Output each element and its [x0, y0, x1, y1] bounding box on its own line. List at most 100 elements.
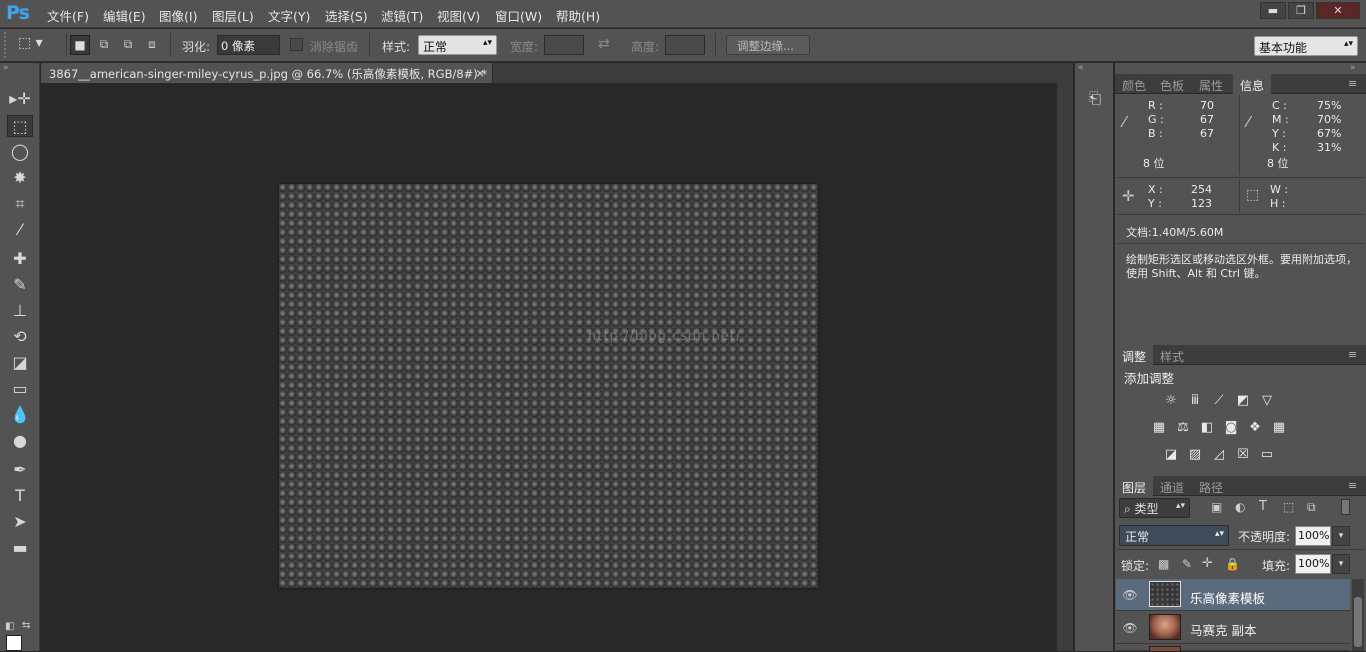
tab-channels[interactable]: 通道 [1153, 476, 1191, 496]
pen-tool-icon[interactable]: ✒ [7, 459, 33, 481]
lock-all-icon[interactable]: 🔒 [1225, 557, 1240, 571]
restore-button[interactable]: ❐ [1288, 2, 1314, 19]
black-white-icon[interactable]: ◧ [1198, 420, 1216, 435]
panel-menu-icon[interactable]: ≡ [1348, 77, 1357, 90]
layer-name[interactable]: 马赛克 副本 [1190, 620, 1256, 639]
threshold-icon[interactable]: ◿ [1210, 447, 1228, 462]
layers-scrollbar-thumb[interactable] [1354, 597, 1362, 647]
curves-icon[interactable]: ⟋ [1210, 393, 1228, 408]
clone-stamp-tool-icon[interactable]: ⊥ [7, 300, 33, 322]
menu-view[interactable]: 视图(V) [437, 6, 480, 25]
shape-tool-icon[interactable]: ▬ [7, 537, 33, 559]
collapse-toolbar-icon[interactable]: » [3, 63, 9, 73]
tab-adjustments[interactable]: 调整 [1115, 345, 1154, 365]
menu-window[interactable]: 窗口(W) [495, 6, 542, 25]
crop-tool-icon[interactable]: ⌗ [7, 193, 33, 215]
lock-transparency-icon[interactable]: ▩ [1158, 557, 1169, 571]
posterize-icon[interactable]: ▨ [1186, 447, 1204, 462]
workspace-select[interactable]: 基本功能 ▴▾ [1254, 36, 1358, 56]
feather-input[interactable]: 0 像素 [217, 35, 280, 55]
layer-row[interactable] [1116, 645, 1350, 652]
filter-pixel-icon[interactable]: ▣ [1211, 500, 1222, 514]
collapse-dock-icon[interactable]: » [1350, 63, 1356, 73]
expand-panels-icon[interactable]: « [1078, 63, 1084, 73]
layers-scrollbar[interactable] [1352, 579, 1364, 651]
fill-input[interactable]: 100% [1295, 554, 1331, 574]
tab-color[interactable]: 颜色 [1115, 74, 1153, 94]
vibrance-icon[interactable]: ▽ [1258, 393, 1276, 408]
tab-info[interactable]: 信息 [1233, 74, 1272, 94]
menu-help[interactable]: 帮助(H) [556, 6, 600, 25]
gradient-tool-icon[interactable]: ▭ [7, 378, 33, 400]
tab-styles[interactable]: 样式 [1153, 345, 1191, 365]
layer-row[interactable]: 👁 马赛克 副本 [1116, 612, 1350, 644]
width-input[interactable] [544, 35, 584, 55]
panel-menu-icon[interactable]: ≡ [1348, 348, 1357, 361]
filter-type-icon[interactable]: T [1259, 499, 1267, 514]
levels-icon[interactable]: ⅲ [1186, 393, 1204, 408]
photo-filter-icon[interactable]: ◙ [1222, 420, 1240, 435]
swap-icon[interactable]: ⇄ [598, 36, 610, 52]
layer-row[interactable]: 👁 乐高像素模板 [1116, 579, 1350, 611]
filter-toggle-switch[interactable] [1341, 499, 1350, 515]
menu-select[interactable]: 选择(S) [325, 6, 368, 25]
filter-adjustment-icon[interactable]: ◐ [1235, 500, 1245, 514]
move-tool-icon[interactable]: ▸✛ [7, 88, 33, 110]
add-selection-button[interactable]: ⧉ [94, 35, 114, 55]
antialias-checkbox[interactable] [290, 38, 303, 51]
filter-shape-icon[interactable]: ⬚ [1283, 500, 1294, 514]
type-tool-icon[interactable]: T [7, 485, 33, 507]
close-button[interactable]: ✕ [1316, 2, 1360, 19]
menu-edit[interactable]: 编辑(E) [103, 6, 146, 25]
style-select[interactable]: 正常 ▴▾ [418, 35, 497, 55]
subtract-selection-button[interactable]: ⧉ [118, 35, 138, 55]
tool-preset-picker[interactable]: ⬚ ▾ [18, 35, 58, 55]
exposure-icon[interactable]: ◩ [1234, 393, 1252, 408]
history-brush-tool-icon[interactable]: ⟲ [7, 326, 33, 348]
path-selection-tool-icon[interactable]: ➤ [7, 511, 33, 533]
lock-position-icon[interactable]: ✛ [1202, 556, 1213, 571]
eye-icon[interactable]: 👁 [1120, 618, 1140, 638]
color-lookup-icon[interactable]: ▦ [1270, 420, 1288, 435]
eye-icon[interactable]: 👁 [1120, 585, 1140, 605]
document-image-lego-pattern[interactable] [279, 184, 818, 588]
eyedropper-tool-icon[interactable]: ⁄ [7, 219, 33, 241]
layer-filter-select[interactable]: ⌕ 类型 ▴▾ [1119, 498, 1190, 518]
blur-tool-icon[interactable]: 💧 [7, 404, 33, 426]
fill-dropdown-icon[interactable]: ▾ [1332, 554, 1350, 574]
options-grip[interactable] [4, 32, 8, 58]
rect-marquee-tool-icon[interactable]: ⬚ [7, 115, 33, 137]
color-balance-icon[interactable]: ⚖ [1174, 420, 1192, 435]
menu-image[interactable]: 图像(I) [159, 6, 197, 25]
new-selection-button[interactable]: ■ [70, 35, 90, 55]
tab-properties[interactable]: 属性 [1192, 74, 1230, 94]
height-input[interactable] [665, 35, 705, 55]
lock-pixels-icon[interactable]: ✎ [1182, 557, 1192, 571]
minimize-button[interactable]: ▬ [1260, 2, 1286, 19]
document-tab[interactable]: 3867__american-singer-miley-cyrus_p.jpg … [41, 63, 493, 83]
channel-mixer-icon[interactable]: ❖ [1246, 420, 1264, 435]
menu-layer[interactable]: 图层(L) [212, 6, 254, 25]
filter-smart-object-icon[interactable]: ⧉ [1307, 500, 1316, 515]
intersect-selection-button[interactable]: ⧈ [142, 35, 162, 55]
menu-file[interactable]: 文件(F) [47, 6, 89, 25]
brightness-icon[interactable]: ☼ [1162, 393, 1180, 408]
history-icon[interactable]: ⎗ [1085, 89, 1105, 109]
dodge-tool-icon[interactable]: ● [7, 430, 33, 452]
healing-brush-tool-icon[interactable]: ✚ [7, 248, 33, 270]
menu-filter[interactable]: 滤镜(T) [381, 6, 423, 25]
magic-wand-tool-icon[interactable]: ✸ [7, 167, 33, 189]
gradient-map-icon[interactable]: ▭ [1258, 447, 1276, 462]
menu-type[interactable]: 文字(Y) [268, 6, 310, 25]
opacity-dropdown-icon[interactable]: ▾ [1332, 526, 1350, 546]
close-tab-icon[interactable]: × [475, 66, 485, 80]
tab-paths[interactable]: 路径 [1192, 476, 1230, 496]
lasso-tool-icon[interactable]: ◯ [7, 141, 33, 163]
hue-sat-icon[interactable]: ▦ [1150, 420, 1168, 435]
tab-swatches[interactable]: 色板 [1153, 74, 1191, 94]
panel-menu-icon[interactable]: ≡ [1348, 479, 1357, 492]
selective-color-icon[interactable]: ☒ [1234, 447, 1252, 462]
foreground-color-swatch[interactable] [6, 635, 22, 651]
brush-tool-icon[interactable]: ✎ [7, 274, 33, 296]
swap-colors-icon[interactable]: ⇆ [22, 620, 30, 631]
